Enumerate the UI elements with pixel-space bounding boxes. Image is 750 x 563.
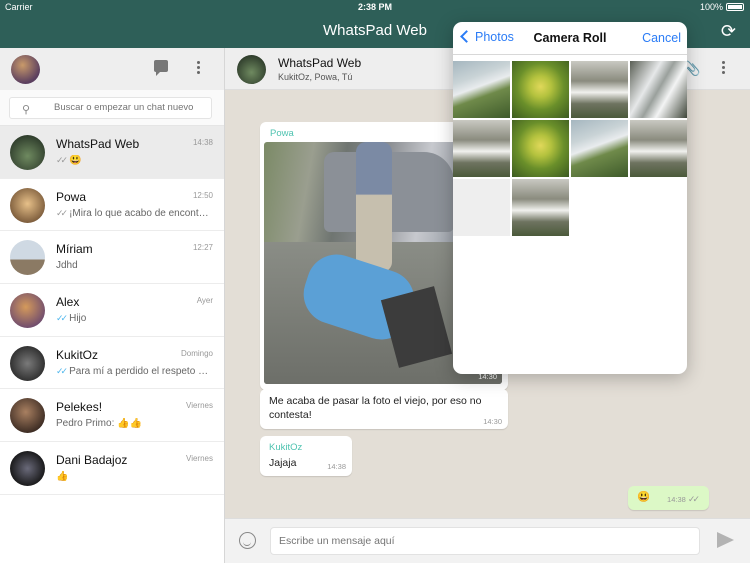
- search-input[interactable]: [54, 102, 209, 113]
- chat-name: Pelekes!: [56, 400, 103, 415]
- chat-preview: ✓✓ 😃: [56, 155, 82, 166]
- chat-time: Ayer: [196, 296, 213, 306]
- send-icon[interactable]: [717, 532, 734, 548]
- emoji-icon[interactable]: [239, 532, 256, 549]
- chat-preview: Pedro Primo: 👍👍: [56, 418, 143, 430]
- conversation-title: WhatsPad Web: [278, 56, 362, 70]
- avatar: [10, 187, 45, 223]
- message-composer: [225, 518, 750, 563]
- sidebar: ⚲ WhatsPad Web 14:38 ✓✓😃 Powa 12:50 ✓✓¡M…: [0, 48, 225, 563]
- photo-thumbnail[interactable]: [571, 120, 628, 177]
- chat-time: Viernes: [186, 401, 213, 411]
- chat-name: WhatsPad Web: [56, 137, 140, 151]
- photo-picker-popover: Photos Camera Roll Cancel: [453, 22, 687, 374]
- group-avatar[interactable]: [237, 55, 266, 84]
- sidebar-header: [0, 48, 224, 90]
- sidebar-menu-icon[interactable]: [197, 61, 201, 74]
- cancel-button[interactable]: Cancel: [642, 31, 681, 45]
- message-time: 14:38 ✓✓: [667, 494, 700, 504]
- message-text: 😃: [637, 491, 651, 503]
- read-check-icon: ✓✓: [56, 365, 68, 376]
- search-box[interactable]: ⚲: [9, 97, 212, 119]
- message-sender: Powa: [270, 128, 294, 139]
- chat-item-kukitoz[interactable]: KukitOz Domingo ✓✓ Para mí a perdido el r…: [0, 337, 224, 390]
- photo-thumbnail[interactable]: [512, 120, 569, 177]
- new-chat-icon[interactable]: [154, 60, 168, 76]
- photo-thumbnail[interactable]: [453, 61, 510, 118]
- battery-percent: 100%: [699, 2, 723, 12]
- double-check-icon: ✓✓: [56, 155, 68, 165]
- photo-picker-header: Photos Camera Roll Cancel: [453, 22, 687, 55]
- text-message[interactable]: Me acaba de pasar la foto el viejo, por …: [260, 389, 508, 429]
- chat-time: 12:50: [192, 190, 213, 200]
- photo-thumbnail[interactable]: [512, 179, 569, 236]
- chat-time: 14:38: [192, 138, 213, 147]
- chat-item-miriam[interactable]: Míriam 12:27 Jdhd: [0, 231, 224, 285]
- avatar: [10, 451, 45, 487]
- read-check-icon: ✓✓: [56, 313, 68, 324]
- chat-preview: ✓✓ ¡Mira lo que acabo de encontrar!: [56, 207, 211, 219]
- chat-preview: ✓✓Para mí a perdido el respeto del todo: [56, 365, 211, 377]
- chat-name: Powa: [56, 189, 87, 204]
- chat-item-alex[interactable]: Alex Ayer ✓✓ Hijo: [0, 284, 224, 337]
- photo-thumbnail[interactable]: [453, 179, 510, 236]
- photo-thumbnail[interactable]: [630, 61, 687, 118]
- search-icon: ⚲: [22, 104, 31, 116]
- message-time: 14:30: [483, 417, 502, 426]
- avatar: [10, 345, 45, 381]
- search-bar: ⚲: [0, 90, 224, 126]
- chat-time: 12:27: [192, 243, 213, 253]
- chat-item-whatspad-web[interactable]: WhatsPad Web 14:38 ✓✓ 😃: [0, 126, 224, 179]
- photo-thumbnail[interactable]: [630, 120, 687, 177]
- message-input[interactable]: [270, 527, 700, 555]
- outgoing-message[interactable]: 😃 14:38 ✓✓: [628, 486, 709, 510]
- refresh-icon[interactable]: ⟳: [721, 21, 736, 42]
- chat-name: Míriam: [56, 242, 93, 257]
- chat-preview: 👍: [56, 471, 69, 483]
- chat-item-pelekes[interactable]: Pelekes! Viernes Pedro Primo: 👍👍: [0, 389, 224, 443]
- chat-time: Viernes: [186, 454, 213, 464]
- chat-name: Dani Badajoz: [56, 453, 128, 468]
- battery-icon: [726, 3, 744, 11]
- battery-indicator: 100%: [700, 2, 744, 12]
- chat-name: KukitOz: [56, 347, 99, 362]
- chat-name: Alex: [56, 295, 80, 310]
- conversation-participants: KukitOz, Powa, Tú: [278, 72, 353, 82]
- status-bar: Carrier 2:38 PM 100%: [0, 0, 750, 14]
- text-message[interactable]: KukitOz Jajaja 14:38: [260, 436, 352, 476]
- message-sender: KukitOz: [269, 442, 303, 453]
- my-avatar[interactable]: [11, 55, 40, 84]
- chat-time: Domingo: [180, 348, 213, 358]
- double-check-icon: ✓✓: [56, 207, 68, 218]
- chat-preview: Jdhd: [56, 260, 78, 272]
- conversation-menu-icon[interactable]: [722, 61, 726, 74]
- message-text: Jajaja: [269, 457, 297, 469]
- double-check-icon: ✓✓: [687, 494, 700, 504]
- message-text: Me acaba de pasar la foto el viejo, por …: [269, 395, 482, 421]
- avatar: [10, 135, 45, 170]
- status-time: 2:38 PM: [357, 2, 392, 12]
- photo-thumbnail[interactable]: [453, 120, 510, 177]
- message-time: 14:38: [327, 462, 346, 471]
- chat-item-powa[interactable]: Powa 12:50 ✓✓ ¡Mira lo que acabo de encon…: [0, 179, 224, 232]
- chat-item-dani-badajoz[interactable]: Dani Badajoz Viernes 👍: [0, 442, 224, 495]
- chat-preview: ✓✓ Hijo: [56, 313, 87, 325]
- avatar: [10, 398, 45, 434]
- photo-thumbnail[interactable]: [571, 61, 628, 118]
- avatar: [10, 293, 45, 329]
- photo-thumbnail[interactable]: [512, 61, 569, 118]
- avatar: [10, 240, 45, 276]
